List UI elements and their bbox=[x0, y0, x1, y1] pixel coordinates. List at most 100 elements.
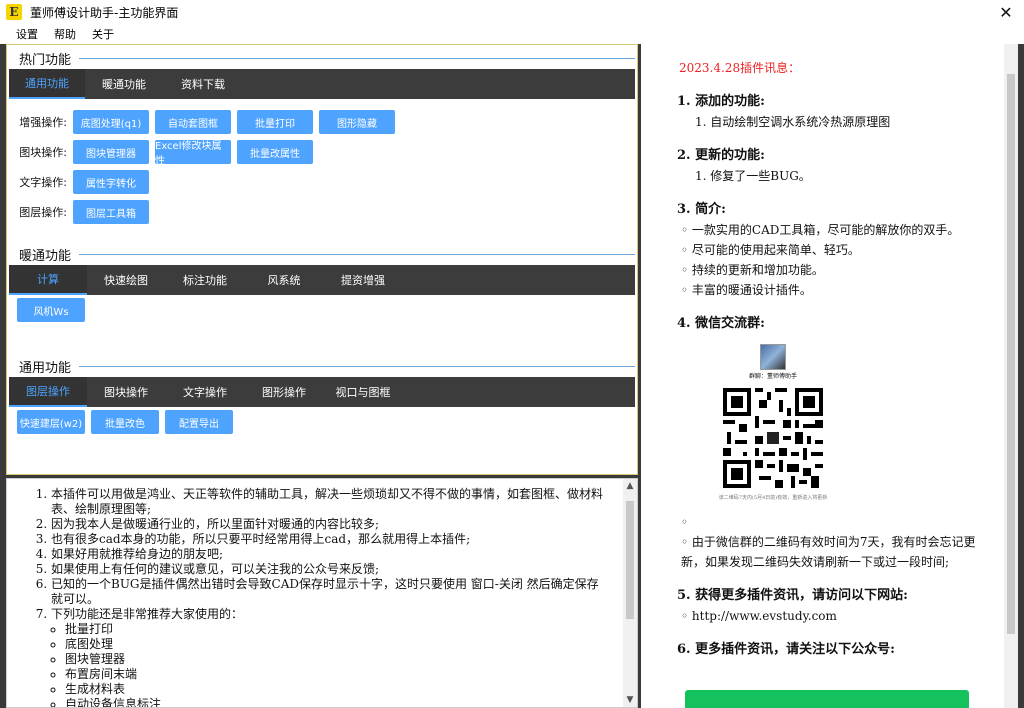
row-label: 图层操作: bbox=[19, 206, 67, 219]
hvac-tabbar: 计算 快速绘图 标注功能 风系统 提资增强 bbox=[9, 265, 635, 295]
list-item: 底图处理 bbox=[65, 637, 607, 652]
list-item bbox=[677, 512, 998, 532]
list-item: 本插件可以用做是鸿业、天正等软件的辅助工具，解决一些烦琐却又不得不做的事情，如套… bbox=[51, 487, 607, 517]
news-heading: 2023.4.28插件讯息： bbox=[679, 61, 801, 75]
menu-help[interactable]: 帮助 bbox=[46, 26, 84, 42]
row-label: 图块操作: bbox=[19, 146, 67, 159]
list-item: 丰富的暖通设计插件。 bbox=[677, 280, 998, 300]
list-item: 一款实用的CAD工具箱，尽可能的解放你的双手。 bbox=[677, 220, 998, 240]
row-text: 文字操作: 属性字转化 bbox=[9, 167, 635, 197]
close-icon: ✕ bbox=[999, 2, 1013, 22]
hot-section: 热门功能 通用功能 暖通功能 资料下载 增强操作: 底图处理(q1) 自动套图框… bbox=[9, 47, 635, 227]
list-item: 图块管理器 bbox=[65, 652, 607, 667]
section-heading: 获得更多插件资讯，请访问以下网站: bbox=[695, 588, 908, 603]
tab-calc[interactable]: 计算 bbox=[9, 265, 87, 295]
quick-layer-button[interactable]: 快速建层(w2) bbox=[17, 410, 85, 434]
list-item: 如果好用就推荐给身边的朋友吧; bbox=[51, 547, 607, 562]
list-item: 下列功能还是非常推荐大家使用的： 批量打印 底图处理 图块管理器 布置房间末端 … bbox=[51, 607, 607, 707]
hide-shape-button[interactable]: 图形隐藏 bbox=[319, 110, 395, 134]
tab-general[interactable]: 通用功能 bbox=[9, 69, 85, 99]
section-title-general: 通用功能 bbox=[9, 355, 635, 377]
title-bar: E 董师傅设计助手-主功能界面 ✕ bbox=[0, 0, 1024, 24]
fan-ws-button[interactable]: 风机Ws bbox=[17, 298, 85, 322]
news-scrollbar[interactable] bbox=[1004, 44, 1018, 708]
row-enhance: 增强操作: 底图处理(q1) 自动套图框 批量打印 图形隐藏 bbox=[9, 107, 635, 137]
menu-about[interactable]: 关于 bbox=[84, 26, 122, 42]
scroll-thumb[interactable] bbox=[1007, 74, 1015, 634]
general-tabbar: 图层操作 图块操作 文字操作 图形操作 视口与图框 bbox=[9, 377, 635, 407]
wechat-official-account-banner bbox=[685, 690, 969, 708]
tab-data-enhance[interactable]: 提资增强 bbox=[323, 265, 403, 295]
section-title-hot: 热门功能 bbox=[9, 47, 635, 69]
tab-shape-ops[interactable]: 图形操作 bbox=[245, 377, 323, 407]
news-section: 1. 添加的功能: 1. 自动绘制空调水系统冷热源原理图 bbox=[677, 94, 891, 129]
section-heading: 简介: bbox=[695, 202, 726, 217]
layer-toolbox-button[interactable]: 图层工具箱 bbox=[73, 200, 149, 224]
info-panel: 本插件可以用做是鸿业、天正等软件的辅助工具，解决一些烦琐却又不得不做的事情，如套… bbox=[6, 478, 638, 708]
info-text: 本插件可以用做是鸿业、天正等软件的辅助工具，解决一些烦琐却又不得不做的事情，如套… bbox=[7, 479, 627, 707]
list-item: 因为我本人是做暖通行业的，所以里面针对暖通的内容比较多; bbox=[51, 517, 607, 532]
info-scrollbar[interactable]: ▲ ▼ bbox=[623, 479, 637, 707]
batch-print-button[interactable]: 批量打印 bbox=[237, 110, 313, 134]
news-section: 6. 更多插件资讯，请关注以下公众号: bbox=[677, 642, 895, 657]
list-item: 也有很多cad本身的功能，所以只要平时经常用得上cad，那么就用得上本插件; bbox=[51, 532, 607, 547]
batch-attr-button[interactable]: 批量改属性 bbox=[237, 140, 313, 164]
group-avatar bbox=[760, 344, 786, 370]
news-section: 4. 微信交流群: 群聊：董师傅助手 该二维码7天内(5月4日前)有效，重新进入… bbox=[677, 314, 998, 572]
excel-block-attr-button[interactable]: Excel修改块属性 bbox=[155, 140, 231, 167]
website-link[interactable]: http://www.evstudy.com bbox=[677, 606, 998, 626]
scroll-thumb[interactable] bbox=[626, 501, 634, 619]
list-item: 修复了一些BUG。 bbox=[710, 169, 811, 183]
attr-text-convert-button[interactable]: 属性字转化 bbox=[73, 170, 149, 194]
tab-block-ops[interactable]: 图块操作 bbox=[87, 377, 165, 407]
chevron-up-icon[interactable]: ▲ bbox=[623, 479, 637, 493]
news-section: 5. 获得更多插件资讯，请访问以下网站: http://www.evstudy.… bbox=[677, 586, 998, 626]
news-panel: 2023.4.28插件讯息： 1. 添加的功能: 1. 自动绘制空调水系统冷热源… bbox=[641, 44, 1018, 708]
menu-settings[interactable]: 设置 bbox=[8, 26, 46, 42]
batch-color-button[interactable]: 批量改色 bbox=[91, 410, 159, 434]
chevron-down-icon[interactable]: ▼ bbox=[623, 693, 637, 707]
config-export-button[interactable]: 配置导出 bbox=[165, 410, 233, 434]
auto-frame-button[interactable]: 自动套图框 bbox=[155, 110, 231, 134]
section-heading: 更新的功能: bbox=[695, 148, 765, 163]
row-label: 增强操作: bbox=[19, 116, 67, 129]
list-item: 自动设备信息标注 bbox=[65, 697, 607, 707]
window-title: 董师傅设计助手-主功能界面 bbox=[30, 5, 179, 20]
news-section: 2. 更新的功能: 1. 修复了一些BUG。 bbox=[677, 148, 811, 183]
tab-air-system[interactable]: 风系统 bbox=[245, 265, 323, 295]
hot-tabbar: 通用功能 暖通功能 资料下载 bbox=[9, 69, 635, 99]
wechat-group-card: 群聊：董师傅助手 该二维码7天内(5月4日前)有效，重新进入将更新 bbox=[713, 344, 998, 502]
block-manager-button[interactable]: 图块管理器 bbox=[73, 140, 149, 164]
qr-code bbox=[723, 388, 823, 488]
list-item: 自动绘制空调水系统冷热源原理图 bbox=[710, 115, 891, 129]
list-item: 持续的更新和增加功能。 bbox=[677, 260, 998, 280]
tab-layer-ops[interactable]: 图层操作 bbox=[9, 377, 87, 407]
row-block: 图块操作: 图块管理器 Excel修改块属性 批量改属性 bbox=[9, 137, 635, 167]
section-heading: 更多插件资讯，请关注以下公众号: bbox=[695, 642, 895, 657]
hvac-section: 暖通功能 计算 快速绘图 标注功能 风系统 提资增强 风机Ws bbox=[9, 243, 635, 325]
general-section: 通用功能 图层操作 图块操作 文字操作 图形操作 视口与图框 快速建层(w2) … bbox=[9, 355, 635, 437]
qr-footnote: 该二维码7天内(5月4日前)有效，重新进入将更新 bbox=[718, 495, 828, 501]
qr-caption: 群聊：董师傅助手 bbox=[748, 373, 797, 380]
list-item: 尽可能的使用起来简单、轻巧。 bbox=[677, 240, 998, 260]
row-layer: 图层操作: 图层工具箱 bbox=[9, 197, 635, 227]
list-item: 如果使用上有任何的建议或意见，可以关注我的公众号来反馈; bbox=[51, 562, 607, 577]
tab-hvac[interactable]: 暖通功能 bbox=[85, 69, 163, 99]
list-item: 生成材料表 bbox=[65, 682, 607, 697]
tab-annotation[interactable]: 标注功能 bbox=[165, 265, 245, 295]
basemap-process-button[interactable]: 底图处理(q1) bbox=[73, 110, 149, 134]
close-button[interactable]: ✕ bbox=[996, 2, 1016, 22]
section-title-hvac: 暖通功能 bbox=[9, 243, 635, 265]
tab-quick-draw[interactable]: 快速绘图 bbox=[87, 265, 165, 295]
section-heading: 微信交流群: bbox=[695, 316, 765, 331]
list-item-text: 下列功能还是非常推荐大家使用的： bbox=[51, 607, 244, 621]
tab-downloads[interactable]: 资料下载 bbox=[163, 69, 243, 99]
news-section: 3. 简介: 一款实用的CAD工具箱，尽可能的解放你的双手。 尽可能的使用起来简… bbox=[677, 200, 998, 300]
list-item: 批量打印 bbox=[65, 622, 607, 637]
row-label: 文字操作: bbox=[19, 176, 67, 189]
tab-viewport-frame[interactable]: 视口与图框 bbox=[323, 377, 403, 407]
list-item: 由于微信群的二维码有效时间为7天，我有时会忘记更新，如果发现二维码失效请刷新一下… bbox=[677, 532, 998, 572]
tab-text-ops[interactable]: 文字操作 bbox=[165, 377, 245, 407]
app-logo-icon: E bbox=[6, 4, 22, 20]
section-heading: 添加的功能: bbox=[695, 94, 765, 109]
